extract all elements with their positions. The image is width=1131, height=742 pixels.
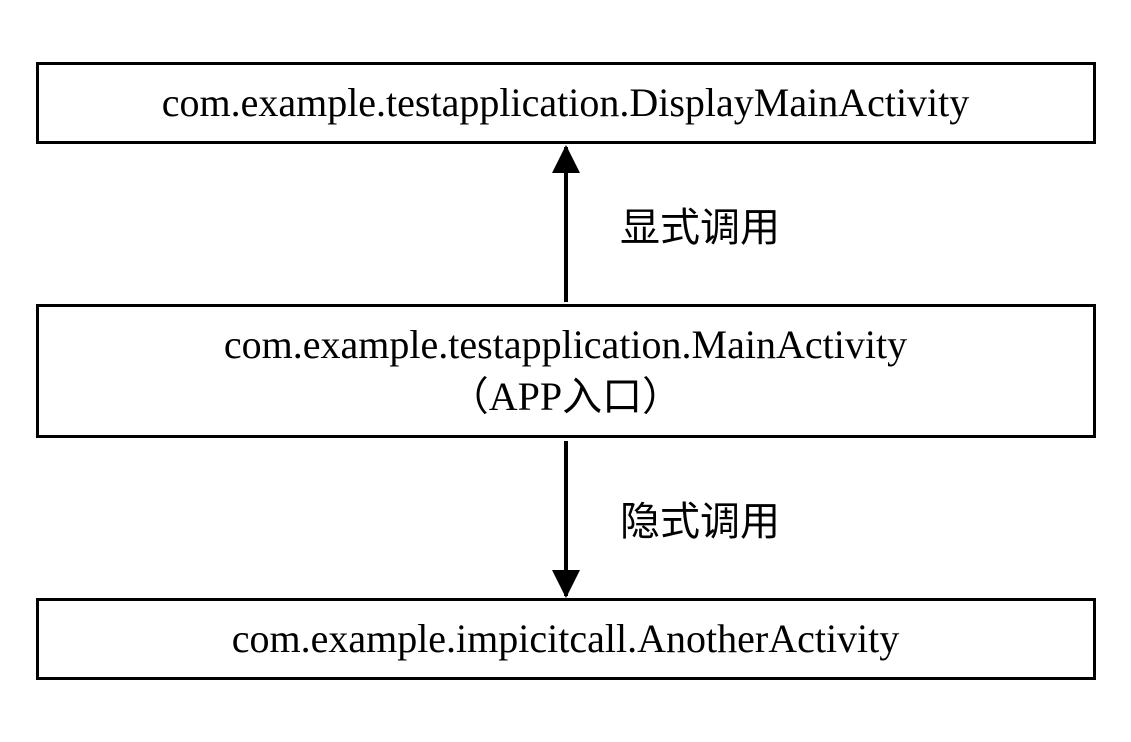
- node-another-activity: com.example.impicitcall.AnotherActivity: [36, 598, 1096, 680]
- node-text: com.example.impicitcall.AnotherActivity: [232, 616, 900, 661]
- diagram-container: com.example.testapplication.DisplayMainA…: [20, 62, 1111, 680]
- arrow-up-icon: [564, 147, 568, 302]
- connector-bottom: 隐式调用: [20, 438, 1111, 598]
- node-display-main-activity: com.example.testapplication.DisplayMainA…: [36, 62, 1096, 144]
- node-text: com.example.testapplication.DisplayMainA…: [162, 80, 970, 125]
- node-text-line2: （APP入口）: [69, 371, 1063, 423]
- node-text-line1: com.example.testapplication.MainActivity: [69, 319, 1063, 371]
- node-main-activity: com.example.testapplication.MainActivity…: [36, 304, 1096, 438]
- connector-top: 显式调用: [20, 144, 1111, 304]
- edge-label-explicit: 显式调用: [620, 195, 780, 253]
- edge-label-implicit: 隐式调用: [620, 489, 780, 547]
- arrow-down-icon: [564, 441, 568, 596]
